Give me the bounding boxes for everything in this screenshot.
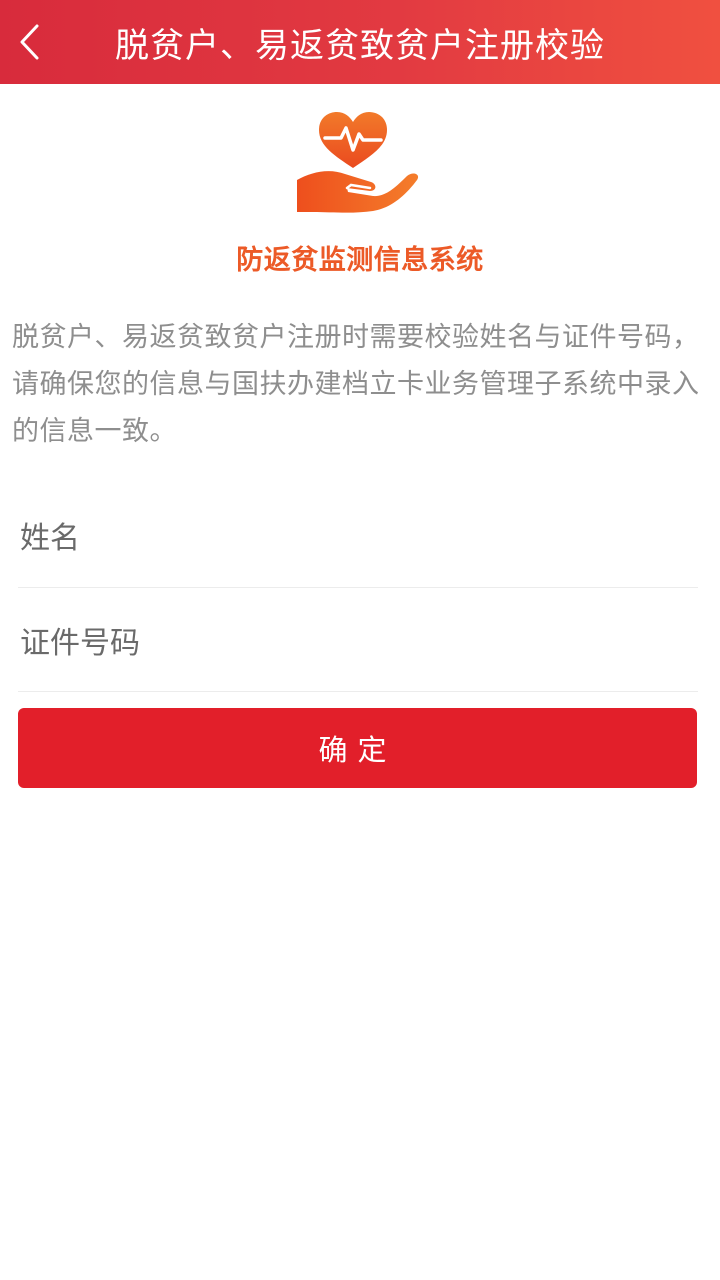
id-number-input[interactable] <box>18 596 698 691</box>
name-input[interactable] <box>18 490 698 587</box>
system-name: 防返贫监测信息系统 <box>236 245 484 276</box>
title-bar: 脱贫户、易返贫致贫户注册校验 <box>0 0 720 84</box>
confirm-button[interactable]: 确定 <box>18 708 697 788</box>
logo-area: 防返贫监测信息系统 <box>0 108 720 277</box>
heart-pulse-hand-icon <box>297 112 419 213</box>
page-title: 脱贫户、易返贫致贫户注册校验 <box>115 25 605 66</box>
chevron-left-icon <box>20 24 39 60</box>
registration-verification-screen: 脱贫户、易返贫致贫户注册校验 防返贫监测信息系统 脱贫户、易返贫致贫户注册时需要… <box>0 0 720 1280</box>
verification-description: 脱贫户、易返贫致贫户注册时需要校验姓名与证件号码，请确保您的信息与国扶办建档立卡… <box>12 322 700 447</box>
name-field-row <box>18 490 698 588</box>
id-number-field-row <box>18 596 698 692</box>
back-button[interactable] <box>0 0 60 84</box>
